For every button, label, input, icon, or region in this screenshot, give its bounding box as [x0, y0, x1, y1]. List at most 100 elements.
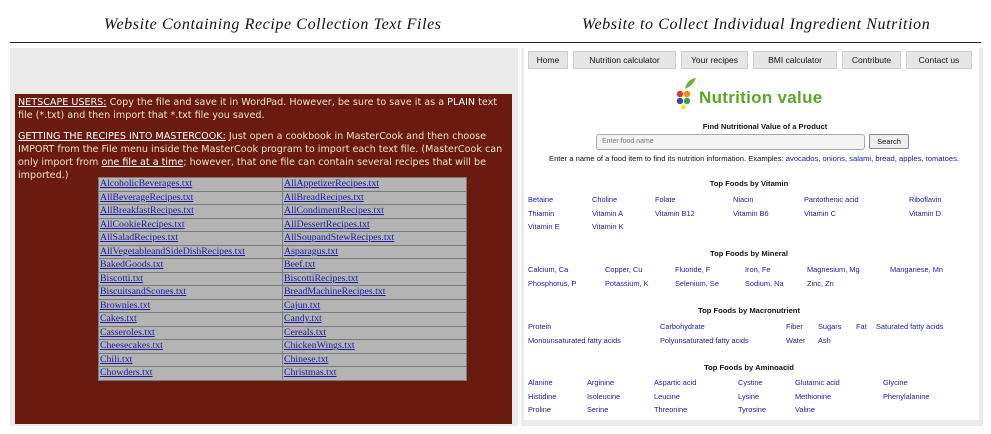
amino-link[interactable]: Leucine: [654, 392, 680, 401]
mineral-link[interactable]: Phosphorus, P: [528, 279, 576, 288]
recipe-file-link[interactable]: Beef.txt: [284, 259, 315, 270]
vitamin-link[interactable]: Vitamin E: [528, 222, 560, 231]
vitamin-link[interactable]: Vitamin A: [592, 209, 623, 218]
mineral-link[interactable]: Zinc, Zn: [807, 279, 834, 288]
example-link[interactable]: avocados: [786, 154, 819, 163]
example-link[interactable]: tomatoes: [926, 154, 957, 163]
recipe-file-link[interactable]: AllBreadRecipes.txt: [284, 192, 364, 203]
amino-link[interactable]: Glutamic acid: [795, 378, 840, 387]
vitamin-link[interactable]: Choline: [592, 195, 617, 204]
food-search-input[interactable]: Enter food name: [596, 134, 865, 150]
recipe-file-link[interactable]: AllCookieRecipes.txt: [100, 219, 185, 230]
recipe-file-link[interactable]: AllAppetizerRecipes.txt: [284, 178, 379, 189]
recipe-file-link[interactable]: AllDessertRecipes.txt: [284, 219, 370, 230]
amino-link[interactable]: Proline: [528, 405, 551, 414]
amino-link[interactable]: Alanine: [528, 378, 553, 387]
recipe-file-link[interactable]: BiscuitsandScones.txt: [100, 286, 186, 297]
example-link[interactable]: apples: [899, 154, 921, 163]
vitamin-link[interactable]: Thiamin: [528, 209, 554, 218]
mineral-link[interactable]: Potassium, K: [605, 279, 649, 288]
recipe-file-link[interactable]: AllSoupandStewRecipes.txt: [284, 232, 394, 243]
amino-link[interactable]: Aspartic acid: [654, 378, 696, 387]
recipe-file-link[interactable]: ChickenWings.txt: [284, 340, 355, 351]
amino-link[interactable]: Histidine: [528, 392, 556, 401]
recipe-file-link[interactable]: AllCondimentRecipes.txt: [284, 205, 384, 216]
recipe-file-link[interactable]: Christmas.txt: [284, 367, 337, 378]
recipe-file-link[interactable]: BreadMachineRecipes.txt: [284, 286, 385, 297]
search-button[interactable]: Search: [869, 134, 909, 149]
vitamin-link[interactable]: Vitamin C: [804, 209, 836, 218]
nav-your-recipes[interactable]: Your recipes: [681, 51, 748, 69]
vitamin-link[interactable]: Folate: [655, 195, 676, 204]
amino-link[interactable]: Cystine: [738, 378, 763, 387]
amino-link[interactable]: Valine: [795, 405, 815, 414]
mineral-link[interactable]: Iron, Fe: [745, 265, 770, 274]
vitamin-link[interactable]: Betaine: [528, 195, 553, 204]
recipe-row: AllBreakfastRecipes.txt AllCondimentRecip…: [98, 204, 467, 219]
recipe-file-link[interactable]: Chili.txt: [100, 354, 132, 365]
mineral-link[interactable]: Magnesium, Mg: [807, 265, 860, 274]
vitamin-link[interactable]: Vitamin D: [909, 209, 941, 218]
mineral-link[interactable]: Copper, Cu: [605, 265, 642, 274]
recipe-file-link[interactable]: Biscotti.txt: [100, 273, 143, 284]
recipe-file-link[interactable]: AllBreakfastRecipes.txt: [100, 205, 194, 216]
vitamin-link[interactable]: Riboflavin: [909, 195, 941, 204]
amino-link[interactable]: Glycine: [883, 378, 908, 387]
vitamin-link[interactable]: Vitamin B12: [655, 209, 695, 218]
macro-link[interactable]: Saturated fatty acids: [876, 322, 943, 331]
macro-link[interactable]: Polyunsaturated fatty acids: [660, 336, 749, 345]
recipe-file-link[interactable]: Brownies.txt: [100, 300, 150, 311]
amino-link[interactable]: Threonine: [654, 405, 687, 414]
amino-link[interactable]: Serine: [587, 405, 608, 414]
recipe-file-link[interactable]: AllSaladRecipes.txt: [100, 232, 178, 243]
recipe-file-link[interactable]: Chinese.txt: [284, 354, 328, 365]
recipe-file-link[interactable]: Cereals.txt: [284, 327, 326, 338]
nav-contact-us[interactable]: Contact us: [906, 51, 972, 69]
nav-bmi-calculator[interactable]: BMI calculator: [753, 51, 837, 69]
macro-link[interactable]: Carbohydrate: [660, 322, 705, 331]
mineral-link[interactable]: Sodium, Na: [745, 279, 784, 288]
macro-link[interactable]: Fiber: [786, 322, 803, 331]
amino-link[interactable]: Arginine: [587, 378, 614, 387]
example-link[interactable]: bread: [875, 154, 894, 163]
macro-link[interactable]: Fat: [856, 322, 867, 331]
recipe-file-link[interactable]: AlcoholicBeverages.txt: [100, 178, 192, 189]
recipe-file-link[interactable]: Candy.txt: [284, 313, 322, 324]
amino-link[interactable]: Methionine: [795, 392, 831, 401]
example-link[interactable]: onions: [823, 154, 845, 163]
amino-link[interactable]: Tyrosine: [738, 405, 766, 414]
amino-link[interactable]: Lysine: [738, 392, 759, 401]
vitamin-link[interactable]: Vitamin K: [592, 222, 624, 231]
macro-link[interactable]: Protein: [528, 322, 551, 331]
nav-contribute[interactable]: Contribute: [842, 51, 901, 69]
recipe-file-link[interactable]: Chowders.txt: [100, 367, 153, 378]
vitamin-link[interactable]: Niacin: [733, 195, 754, 204]
recipe-file-link[interactable]: Asparagus.txt: [284, 246, 338, 257]
recipe-file-link[interactable]: Cakes.txt: [100, 313, 137, 324]
macro-link[interactable]: Water: [786, 336, 805, 345]
recipe-file-link[interactable]: AllBeverageRecipes.txt: [100, 192, 193, 203]
nav-nutrition-calculator[interactable]: Nutrition calculator: [573, 51, 676, 69]
amino-link[interactable]: Phenylalanine: [883, 392, 929, 401]
mineral-link[interactable]: Manganese, Mn: [890, 265, 943, 274]
recipe-file-link[interactable]: Cajun.txt: [284, 300, 320, 311]
vitamin-link[interactable]: Vitamin B6: [733, 209, 769, 218]
recipe-file-link[interactable]: Cheesecakes.txt: [100, 340, 163, 351]
recipe-file-link[interactable]: BakedGoods.txt: [100, 259, 163, 270]
macro-link[interactable]: Monounsaturated fatty acids: [528, 336, 621, 345]
amino-link[interactable]: Isoleucine: [587, 392, 620, 401]
recipe-cell: Asparagus.txt: [282, 244, 467, 259]
example-link[interactable]: salami: [849, 154, 871, 163]
recipe-file-link[interactable]: BiscottiRecipes.txt: [284, 273, 358, 284]
recipe-file-link[interactable]: Casseroles.txt: [100, 327, 155, 338]
recipe-row: AllBeverageRecipes.txt AllBreadRecipes.tx…: [98, 190, 467, 205]
macro-link[interactable]: Ash: [818, 336, 831, 345]
mineral-link[interactable]: Selenium, Se: [675, 279, 719, 288]
macro-link[interactable]: Sugars: [818, 322, 841, 331]
mineral-link[interactable]: Fluoride, F: [675, 265, 710, 274]
vitamin-link[interactable]: Pantothenic acid: [804, 195, 859, 204]
mineral-link[interactable]: Calcium, Ca: [528, 265, 568, 274]
one-file-link[interactable]: one file at a time: [101, 157, 183, 168]
recipe-file-link[interactable]: AllVegetableandSideDishRecipes.txt: [100, 246, 245, 257]
nav-home[interactable]: Home: [528, 51, 568, 69]
